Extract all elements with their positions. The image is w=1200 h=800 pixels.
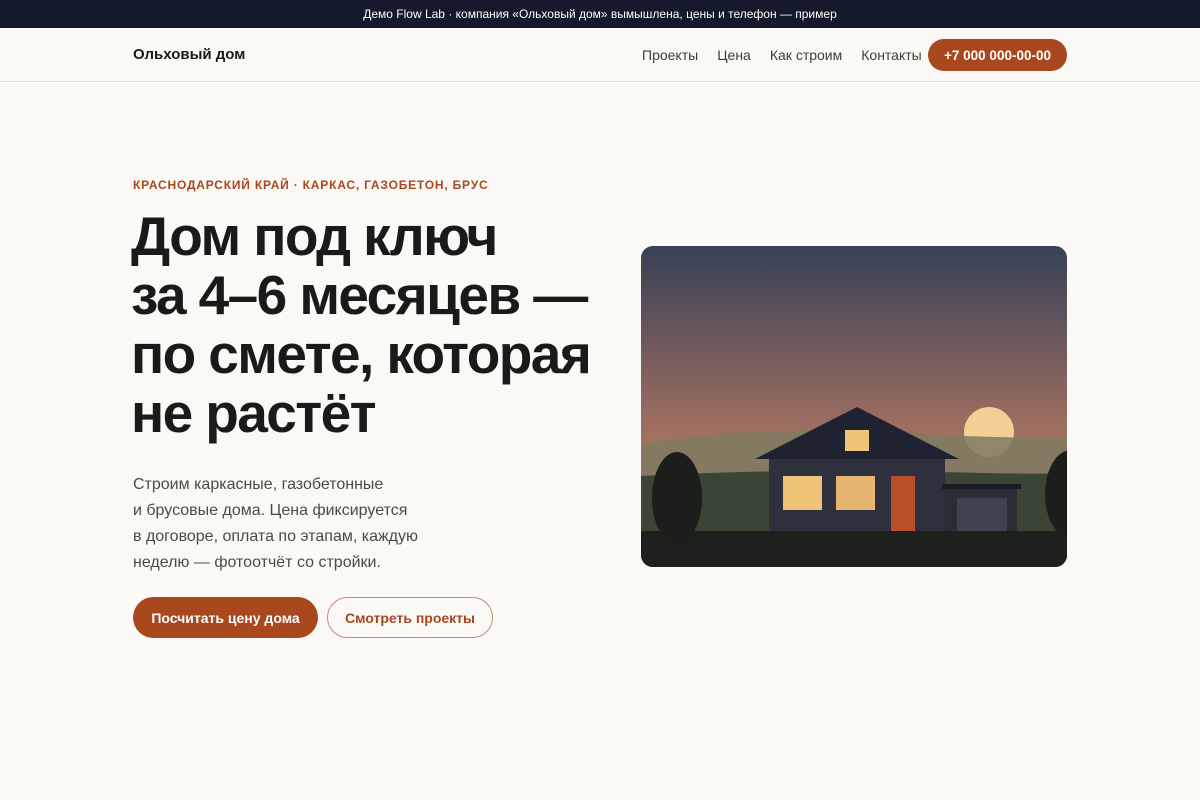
lead-line: неделю — фотоотчёт со стройки. [133, 554, 381, 571]
tree-left-icon [652, 452, 702, 544]
ground [641, 531, 1067, 567]
hero-lead: Строим каркасные, газобетонные и брусовы… [133, 472, 433, 576]
nav-item-contacts[interactable]: Контакты [861, 47, 921, 63]
house-icon [641, 246, 1067, 567]
headline-line: Дом под ключ [131, 205, 498, 267]
hero-kicker: КРАСНОДАРСКИЙ КРАЙ · КАРКАС, ГАЗОБЕТОН, … [133, 178, 489, 192]
site-header: Ольховый дом Проекты Цена Как строим Кон… [0, 28, 1200, 82]
window-left [783, 476, 822, 510]
view-projects-button[interactable]: Смотреть проекты [327, 597, 493, 638]
nav-item-price[interactable]: Цена [717, 47, 751, 63]
headline-line: за 4–6 месяцев — [131, 264, 588, 326]
lead-line: Строим каркасные, газобетонные [133, 476, 384, 493]
window-right [836, 476, 875, 510]
headline-line: по смете, которая [131, 323, 592, 385]
demo-banner-text: Демо Flow Lab · компания «Ольховый дом» … [363, 7, 837, 21]
house-at-sunset-illustration [641, 246, 1067, 567]
lead-line: и брусовые дома. Цена фиксируется [133, 502, 408, 519]
nav-item-how-we-build[interactable]: Как строим [770, 47, 842, 63]
phone-button[interactable]: +7 000 000-00-00 [928, 39, 1067, 71]
nav-item-projects[interactable]: Проекты [642, 47, 698, 63]
garage-roof [942, 484, 1021, 489]
logo[interactable]: Ольховый дом [133, 46, 245, 63]
demo-banner: Демо Flow Lab · компания «Ольховый дом» … [0, 0, 1200, 28]
lead-line: в договоре, оплата по этапам, каждую [133, 528, 419, 545]
attic-window [845, 430, 869, 451]
main-nav: Проекты Цена Как строим Контакты [642, 47, 941, 63]
hero-headline: Дом под ключ за 4–6 месяцев — по смете, … [131, 207, 611, 443]
front-door [891, 476, 915, 531]
headline-line: не растёт [131, 382, 377, 444]
garage-door [957, 498, 1007, 531]
calculate-price-button[interactable]: Посчитать цену дома [133, 597, 318, 638]
